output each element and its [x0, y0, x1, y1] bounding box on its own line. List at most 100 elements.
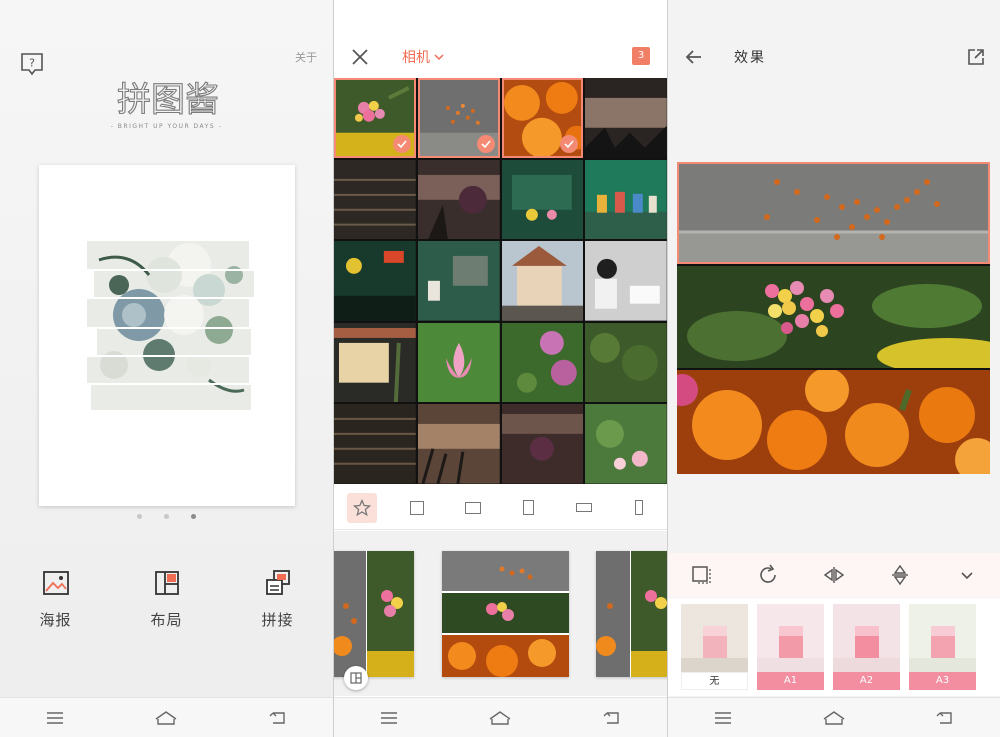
- back-nav-icon[interactable]: [935, 710, 955, 726]
- ratio-square-button[interactable]: [402, 493, 432, 523]
- about-link[interactable]: 关于: [295, 49, 317, 65]
- favorite-ratio-button[interactable]: [346, 492, 377, 523]
- page-dot-active[interactable]: [191, 514, 196, 519]
- landscape-ratio-icon: [464, 501, 481, 514]
- border-icon[interactable]: [689, 563, 713, 587]
- page-indicator: [0, 514, 333, 519]
- layout-preview-selected[interactable]: [442, 551, 569, 677]
- rotate-icon[interactable]: [756, 563, 780, 587]
- tall-ratio-icon: [635, 500, 644, 515]
- shop-counter-photo: [417, 241, 500, 321]
- selected-count-badge[interactable]: 3: [632, 47, 650, 65]
- picker-top-bar: 相机 3: [334, 36, 667, 78]
- star-icon: [352, 498, 371, 516]
- app-logo: 拼图酱: [116, 79, 219, 120]
- home-icon[interactable]: [154, 710, 178, 726]
- album-selector[interactable]: 相机: [402, 47, 444, 67]
- photo-thumbnail[interactable]: [501, 159, 584, 240]
- filter-name: A2: [833, 672, 900, 690]
- vases-photo: [585, 159, 667, 240]
- photo-thumbnail[interactable]: [334, 78, 416, 158]
- filter-thumbnail: [681, 604, 748, 672]
- sunset-water-photo: [585, 78, 667, 158]
- photo-thumbnail[interactable]: [334, 322, 416, 403]
- layout-preview[interactable]: [334, 551, 414, 677]
- photo-thumbnail[interactable]: [585, 241, 667, 321]
- back-nav-icon[interactable]: [602, 710, 622, 726]
- filter-a1[interactable]: A1: [757, 604, 824, 696]
- photo-thumbnail[interactable]: [417, 404, 500, 484]
- chevron-down-icon[interactable]: [955, 563, 979, 587]
- collage-cell-lantana[interactable]: [677, 266, 990, 368]
- ratio-wide-button[interactable]: [569, 493, 599, 523]
- back-nav-icon[interactable]: [268, 710, 288, 726]
- photo-thumbnail[interactable]: [417, 78, 500, 158]
- water-ripples-photo: [334, 159, 416, 240]
- tagline: - BRIGHT UP YOUR DAYS -: [110, 123, 223, 130]
- back-arrow-icon[interactable]: [684, 47, 704, 67]
- flip-vertical-icon[interactable]: [888, 563, 912, 587]
- photo-thumbnail[interactable]: [501, 322, 584, 403]
- water-lily-photo: [585, 404, 667, 484]
- ratio-portrait-button[interactable]: [513, 493, 543, 523]
- photo-thumbnail[interactable]: [417, 159, 500, 240]
- photo-thumbnail[interactable]: [417, 241, 500, 321]
- stitch-button[interactable]: 拼接: [233, 568, 323, 630]
- wide-ratio-icon: [575, 503, 592, 512]
- layout-preview[interactable]: [596, 551, 667, 677]
- filter-name: A3: [909, 672, 976, 690]
- photo-thumbnail[interactable]: [501, 78, 584, 158]
- effects-screen: 效果 无 A1 A2 A3: [668, 0, 1000, 737]
- layout-toggle-icon[interactable]: [344, 666, 368, 690]
- photo-thumbnail[interactable]: [501, 404, 584, 484]
- filter-none[interactable]: 无: [681, 604, 748, 696]
- photo-picker-screen: 相机 3: [334, 0, 667, 737]
- export-icon[interactable]: [966, 47, 986, 67]
- photo-thumbnail[interactable]: [334, 241, 416, 321]
- collage-canvas[interactable]: [677, 162, 990, 474]
- ratio-tall-button[interactable]: [624, 493, 654, 523]
- menu-icon[interactable]: [713, 711, 733, 725]
- help-icon[interactable]: ?: [19, 51, 45, 77]
- photo-thumbnail[interactable]: [585, 78, 667, 158]
- photo-thumbnail[interactable]: [585, 322, 667, 403]
- home-icon[interactable]: [488, 710, 512, 726]
- filter-thumbnail: [909, 604, 976, 672]
- dusk-plants-photo: [417, 159, 500, 240]
- photo-thumbnail[interactable]: [334, 404, 416, 484]
- photo-thumbnail[interactable]: [585, 404, 667, 484]
- layout-button[interactable]: 布局: [122, 568, 212, 630]
- menu-icon[interactable]: [45, 711, 65, 725]
- seeds-on-pavement-image: [677, 162, 990, 264]
- filter-a2[interactable]: A2: [833, 604, 900, 696]
- system-nav-bar: [668, 697, 1000, 737]
- photo-thumbnail[interactable]: [585, 159, 667, 240]
- poster-preview[interactable]: [39, 165, 295, 506]
- page-dot[interactable]: [164, 514, 169, 519]
- album-name: 相机: [402, 50, 430, 66]
- filter-thumbnail: [757, 604, 824, 672]
- collage-cell-seeds[interactable]: [677, 162, 990, 264]
- portrait-ratio-icon: [522, 500, 534, 515]
- photo-thumbnail[interactable]: [334, 159, 416, 240]
- split-layout-preview-image: [334, 551, 414, 677]
- photo-thumbnail[interactable]: [417, 322, 500, 403]
- filter-a3[interactable]: A3: [909, 604, 976, 696]
- water-ripples-photo: [334, 404, 416, 484]
- ratio-landscape-button[interactable]: [458, 493, 488, 523]
- layout-preview-strip: [334, 531, 667, 696]
- menu-icon[interactable]: [379, 711, 399, 725]
- photo-thumbnail[interactable]: [501, 241, 584, 321]
- page-dot[interactable]: [137, 514, 142, 519]
- collage-cell-marigold[interactable]: [677, 370, 990, 474]
- poster-button[interactable]: 海报: [11, 568, 101, 630]
- square-ratio-icon: [410, 500, 425, 515]
- stacked-layout-preview-image: [442, 551, 569, 677]
- poster-icon: [42, 571, 69, 595]
- person-sitting-photo: [585, 241, 667, 321]
- flip-horizontal-icon[interactable]: [822, 563, 846, 587]
- filter-name: 无: [681, 672, 748, 690]
- close-icon[interactable]: [350, 47, 370, 67]
- photo-grid: [334, 78, 667, 484]
- home-icon[interactable]: [822, 710, 846, 726]
